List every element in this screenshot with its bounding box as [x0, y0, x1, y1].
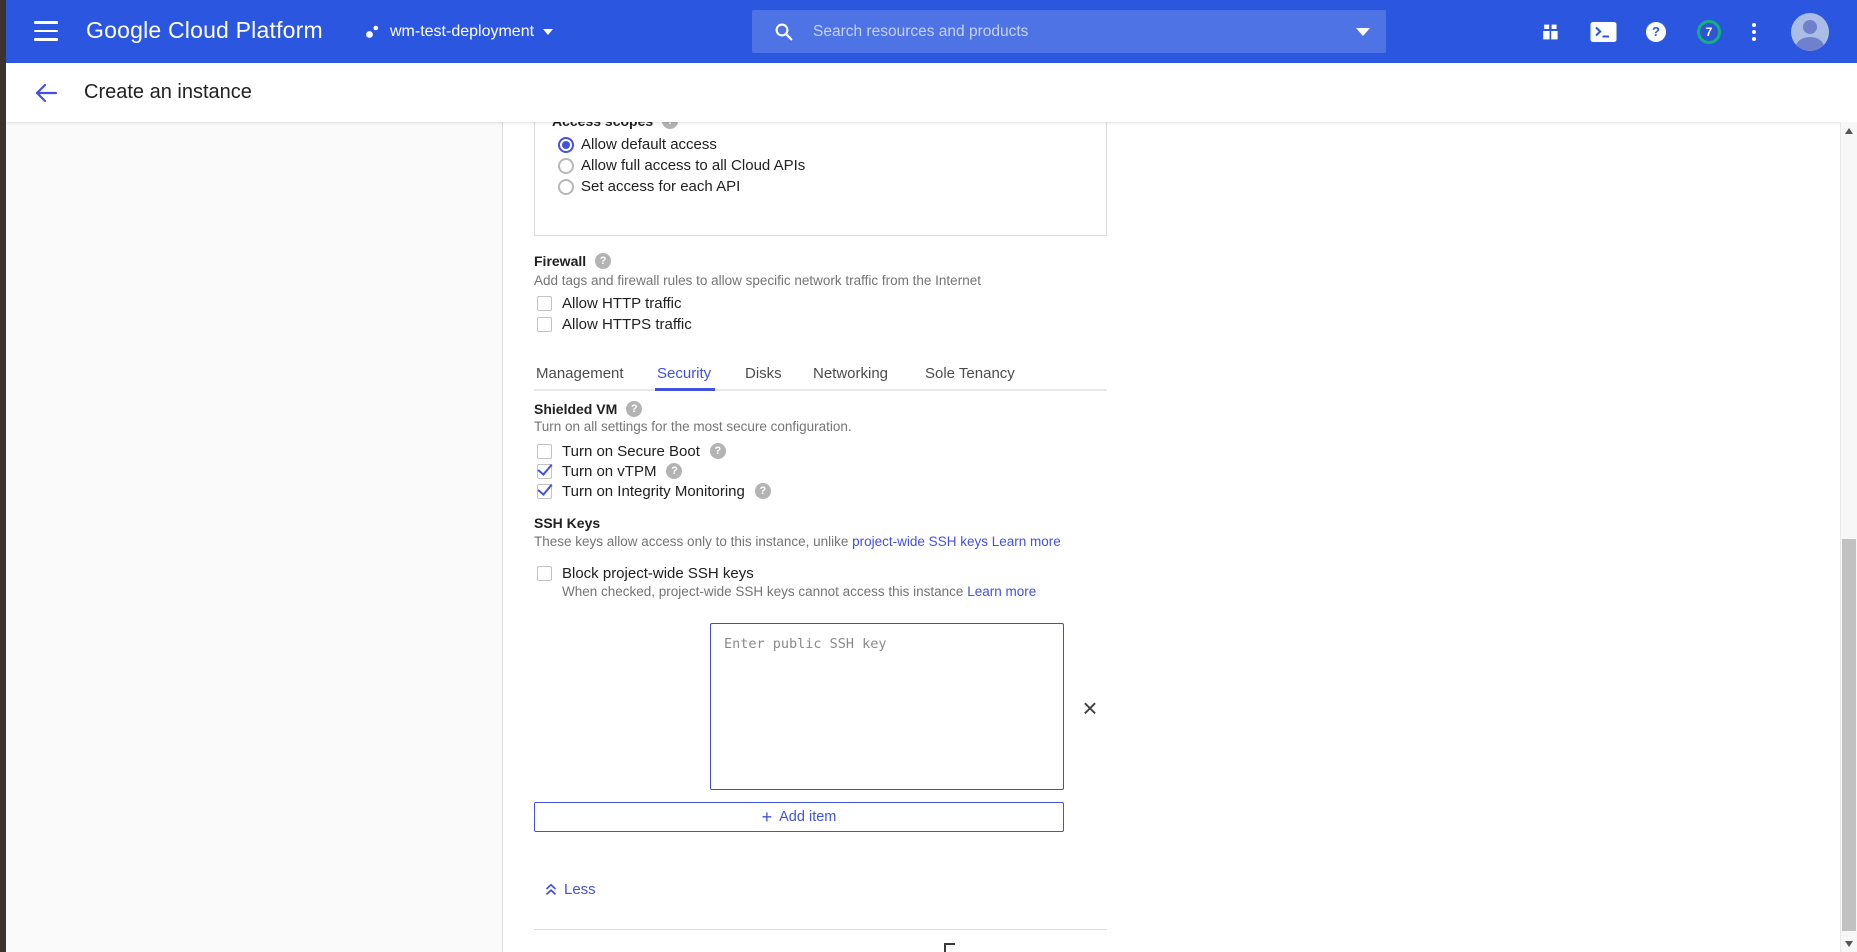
project-icon [364, 23, 381, 40]
radio-button[interactable] [558, 137, 574, 153]
scrollbar-thumb[interactable] [1842, 539, 1856, 931]
checkbox[interactable] [537, 296, 552, 311]
user-avatar-icon [1791, 13, 1829, 51]
less-toggle[interactable]: Less [544, 879, 596, 899]
checkbox-allow-http[interactable]: Allow HTTP traffic [537, 293, 692, 314]
search-input[interactable] [813, 23, 1356, 41]
page-title: Create an instance [84, 81, 252, 104]
chevron-down-icon [543, 29, 553, 35]
firewall-header: Firewall ? [534, 253, 611, 269]
search-icon [774, 22, 793, 41]
notifications-badge[interactable]: 7 [1697, 20, 1721, 44]
search-bar[interactable] [752, 10, 1386, 53]
app-bar: Google Cloud Platform wm-test-deployment… [6, 0, 1857, 63]
radio-option-default-access[interactable]: Allow default access [558, 134, 805, 155]
chevron-double-up-icon [544, 882, 558, 897]
access-scopes-card: Access scopes ? Allow default access All… [534, 122, 1107, 236]
more-options-icon[interactable] [1752, 23, 1756, 41]
avatar[interactable] [1791, 13, 1829, 51]
help-icon[interactable]: ? [710, 443, 726, 459]
left-panel [6, 122, 503, 952]
project-name: wm-test-deployment [390, 23, 534, 41]
plus-icon: + [762, 808, 773, 826]
checkbox[interactable] [537, 484, 552, 499]
access-scopes-options: Allow default access Allow full access t… [558, 134, 805, 197]
help-icon[interactable]: ? [595, 253, 611, 269]
radio-option-set-access[interactable]: Set access for each API [558, 176, 805, 197]
add-item-button[interactable]: + Add item [534, 802, 1064, 832]
project-wide-ssh-keys-link[interactable]: project-wide SSH keys Learn more [852, 534, 1061, 549]
gift-icon[interactable] [1540, 22, 1561, 42]
radio-option-full-access[interactable]: Allow full access to all Cloud APIs [558, 155, 805, 176]
scroll-up-arrow[interactable] [1841, 122, 1857, 139]
menu-icon[interactable] [34, 21, 58, 41]
checkbox[interactable] [537, 566, 552, 581]
shielded-vm-header: Shielded VM ? [534, 401, 642, 417]
section-divider [534, 929, 1107, 930]
cloud-shell-icon[interactable] [1590, 21, 1617, 42]
create-instance-form: Access scopes ? Allow default access All… [534, 122, 1107, 952]
help-icon[interactable]: ? [666, 463, 682, 479]
radio-button[interactable] [558, 179, 574, 195]
help-icon[interactable]: ? [755, 483, 771, 499]
clipped-content-fragment [944, 943, 955, 952]
block-ssh-note: When checked, project-wide SSH keys cann… [562, 584, 1036, 599]
checkbox[interactable] [537, 444, 552, 459]
firewall-description: Add tags and firewall rules to allow spe… [534, 273, 981, 288]
checkbox[interactable] [537, 464, 552, 479]
tab-disks[interactable]: Disks [745, 365, 782, 382]
search-dropdown-icon[interactable] [1356, 28, 1370, 36]
tab-networking[interactable]: Networking [813, 365, 888, 382]
scroll-down-arrow[interactable] [1841, 935, 1857, 952]
tab-security[interactable]: Security [657, 365, 711, 382]
radio-button[interactable] [558, 158, 574, 174]
window-edge [0, 0, 6, 952]
project-selector[interactable]: wm-test-deployment [364, 0, 553, 63]
checkbox[interactable] [537, 317, 552, 332]
help-icon[interactable]: ? [1646, 22, 1666, 42]
options-tabs: Management Security Disks Networking Sol… [534, 358, 1107, 391]
back-arrow-icon[interactable] [33, 82, 59, 104]
shielded-vm-options: Turn on Secure Boot ? Turn on vTPM ? Tur… [537, 441, 771, 501]
checkbox-secure-boot[interactable]: Turn on Secure Boot ? [537, 441, 771, 461]
checkbox-allow-https[interactable]: Allow HTTPS traffic [537, 314, 692, 335]
tab-sole-tenancy[interactable]: Sole Tenancy [925, 365, 1015, 382]
ssh-keys-description: These keys allow access only to this ins… [534, 534, 1061, 549]
tab-management[interactable]: Management [536, 365, 624, 382]
checkbox-integrity-monitoring[interactable]: Turn on Integrity Monitoring ? [537, 481, 771, 501]
page-header: Create an instance [6, 63, 1857, 122]
active-tab-underline [655, 388, 715, 391]
shielded-vm-description: Turn on all settings for the most secure… [534, 419, 852, 434]
checkbox-vtpm[interactable]: Turn on vTPM ? [537, 461, 771, 481]
ssh-keys-header: SSH Keys [534, 515, 600, 531]
gcp-logo[interactable]: Google Cloud Platform [86, 17, 323, 44]
checkbox-block-project-wide-ssh-keys[interactable]: Block project-wide SSH keys [537, 563, 754, 584]
learn-more-link[interactable]: Learn more [967, 584, 1036, 599]
remove-ssh-key-icon[interactable]: × [1076, 694, 1104, 722]
ssh-key-input[interactable] [710, 623, 1064, 790]
scrollbar[interactable] [1840, 122, 1857, 952]
help-icon[interactable]: ? [626, 401, 642, 417]
notification-count: 7 [1700, 23, 1718, 41]
firewall-options: Allow HTTP traffic Allow HTTPS traffic [537, 293, 692, 335]
